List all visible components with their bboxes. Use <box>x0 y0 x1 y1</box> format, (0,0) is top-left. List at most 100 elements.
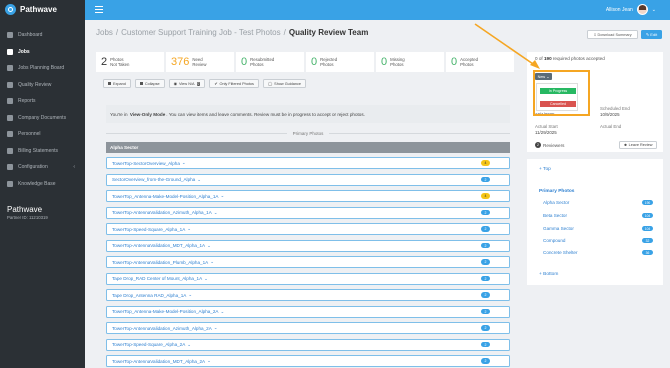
photo-requirement-label: TowerTop-AntennaValidation_MDT_Alpha_1A <box>112 243 206 248</box>
list-item[interactable]: Tape Drop_RAD Center of Mount_Alpha_1A ⌄ 2 <box>106 272 510 285</box>
list-item[interactable]: SectorOverview_from-the-Ground_Alpha ⌄ 2 <box>106 173 510 186</box>
dashboard-icon <box>7 32 13 39</box>
nav-panel-item[interactable]: Gamma Sector 104 <box>543 226 653 231</box>
list-item[interactable]: TowerTop-AntennaValidation_MDT_Alpha_1A ⌄… <box>106 239 510 252</box>
stat-value: 0 <box>381 56 388 68</box>
sidebar-item-knowledge-base[interactable]: Knowledge Base <box>0 176 85 193</box>
chevron-down-icon[interactable]: ⌄ <box>197 177 201 183</box>
sidebar-item-jobs[interactable]: Jobs <box>0 44 85 61</box>
collapse-button[interactable]: Collapse <box>134 79 165 88</box>
nav-panel-item[interactable]: Beta Sector 104 <box>543 213 653 218</box>
review-icon <box>7 81 13 88</box>
list-item[interactable]: TowerTop_Antenna-Make-Model-Position_Alp… <box>106 190 510 202</box>
list-item[interactable]: TowerTop-AntennaValidation_MDT_Alpha_2A ⌄… <box>106 355 510 367</box>
sidebar-item-personnel[interactable]: Personnel <box>0 126 85 143</box>
download-summary-button[interactable]: ⇩ Download Summary <box>587 30 638 39</box>
sidebar-item-reports[interactable]: Reports <box>0 93 85 110</box>
review-toolbar: Expand Collapse ◉ View N/A 0 ✔ Only Filtere… <box>103 79 306 88</box>
stat-value: 2 <box>101 56 108 68</box>
scheduled-end: Scheduled End 10/9/2025 <box>600 106 630 117</box>
stat-card[interactable]: 2 Photos Not Taken <box>96 52 164 72</box>
show-guidance-button[interactable]: ◯ Show Guidance <box>262 79 306 88</box>
user-menu[interactable]: Allison Jean ⌄ <box>606 4 656 15</box>
photo-requirement-label: TowerTop_Antenna-Make-Model-Position_Alp… <box>112 309 219 314</box>
chevron-down-icon[interactable]: ⌄ <box>220 193 224 199</box>
check-icon: ✔ <box>214 82 218 86</box>
breadcrumb-jobs[interactable]: Jobs <box>96 28 113 37</box>
sidebar-item-label: Personnel <box>18 131 41 138</box>
list-item[interactable]: Tape Drop_Antenna RAD_Alpha_1A ⌄ 2 <box>106 289 510 301</box>
photo-count-badge: 2 <box>481 176 490 183</box>
chevron-down-icon[interactable]: ⌄ <box>187 226 191 232</box>
chevron-down-icon[interactable]: ⌄ <box>207 358 211 364</box>
photo-count-badge: 2 <box>481 341 490 348</box>
sector-header[interactable]: Alpha Sector <box>106 142 510 153</box>
photo-requirement-label: TowerTop-AntennaValidation_Azimuth_Alpha… <box>112 210 212 215</box>
chevron-down-icon[interactable]: ⌄ <box>220 309 224 315</box>
jump-bottom-link[interactable]: + Bottom <box>539 272 558 277</box>
stat-card[interactable]: 0 Resubmitted Photos <box>236 52 304 72</box>
sidebar-item-jobs-planning-board[interactable]: Jobs Planning Board <box>0 60 85 77</box>
sidebar-item-quality-review[interactable]: Quality Review <box>0 77 85 94</box>
sidebar-item-label: Company Documents <box>18 114 67 121</box>
photo-requirement-label: TowerTop-SectorOverview_Alpha <box>112 160 180 166</box>
chevron-down-icon[interactable]: ⌄ <box>210 259 214 265</box>
top-bar: Allison Jean ⌄ <box>85 0 670 20</box>
chevron-down-icon[interactable]: ⌄ <box>182 160 186 166</box>
stat-label: Photos Not Taken <box>110 57 130 67</box>
sidebar-nav: Dashboard Jobs Jobs Planning Board Quality … <box>0 27 85 192</box>
chevron-down-icon[interactable]: ⌄ <box>204 276 208 282</box>
jump-top-link[interactable]: + Top <box>539 167 551 172</box>
expand-icon <box>108 82 111 85</box>
stat-card[interactable]: 0 Missing Photos <box>376 52 444 72</box>
filtered-photos-button[interactable]: ✔ Only Filtered Photos <box>209 79 259 88</box>
edit-button[interactable]: ✎ Edit <box>641 30 662 39</box>
chevron-down-icon[interactable]: ⌄ <box>207 243 211 249</box>
view-na-button[interactable]: ◉ View N/A 0 <box>168 79 206 88</box>
page-title: Quality Review Team <box>288 28 369 37</box>
photo-count-badge: 2 <box>481 242 490 249</box>
view-only-notice: You're in View-Only Mode. You can view i… <box>106 105 510 123</box>
nav-panel-item[interactable]: Concrete Shelter 36 <box>543 250 653 255</box>
list-item[interactable]: TowerTop-AntennaValidation_Azimuth_Alpha… <box>106 206 510 219</box>
leave-review-button[interactable]: ☻ Leave Review <box>619 141 657 149</box>
chevron-left-icon: ‹ <box>73 164 75 171</box>
photo-requirement-label: TowerTop-AntennaValidation_Plumb_Alpha_1… <box>112 259 209 265</box>
section-count-badge: 190 <box>642 200 653 205</box>
annotation-highlight-box <box>533 70 590 116</box>
breadcrumb: Jobs / Customer Support Training Job - Tes… <box>96 28 369 37</box>
reviewers[interactable]: 2 Reviewers <box>535 142 564 148</box>
list-item[interactable]: TowerTop-SectorOverview_Alpha ⌄ 4 <box>106 157 510 169</box>
chevron-down-icon[interactable]: ⌄ <box>214 210 218 216</box>
sidebar-item-configuration[interactable]: Configuration ‹ <box>0 159 85 176</box>
stat-card[interactable]: 376 Need Review <box>166 52 234 72</box>
section-count-badge: 104 <box>642 213 653 218</box>
brand-name: Pathwave <box>7 205 43 214</box>
app-logo[interactable]: Pathwave <box>0 0 85 19</box>
breadcrumb-job[interactable]: Customer Support Training Job - Test Pho… <box>121 28 281 37</box>
list-item[interactable]: TowerTop-Speed-Square_Alpha_1A ⌄ 2 <box>106 223 510 235</box>
chevron-down-icon[interactable]: ⌄ <box>188 292 192 298</box>
stat-card[interactable]: 0 Rejected Photos <box>306 52 374 72</box>
list-item[interactable]: TowerTop-Speed-Square_Alpha_2A ⌄ 2 <box>106 338 510 351</box>
photo-requirement-label: Tape Drop_Antenna RAD_Alpha_1A <box>112 292 187 298</box>
eye-icon: ◉ <box>173 82 177 86</box>
chevron-down-icon[interactable]: ⌄ <box>214 325 218 331</box>
tools-icon <box>7 48 13 55</box>
expand-button[interactable]: Expand <box>103 79 131 88</box>
sidebar-item-company-documents[interactable]: Company Documents <box>0 110 85 127</box>
list-item[interactable]: TowerTop_Antenna-Make-Model-Position_Alp… <box>106 305 510 318</box>
user-name: Allison Jean <box>605 6 633 13</box>
chevron-down-icon[interactable]: ⌄ <box>187 342 191 348</box>
list-item[interactable]: TowerTop-AntennaValidation_Azimuth_Alpha… <box>106 322 510 334</box>
sidebar-item-label: Dashboard <box>18 32 43 39</box>
sidebar-item-billing-statements[interactable]: Billing Statements <box>0 143 85 160</box>
nav-panel-title[interactable]: Primary Photos <box>539 189 574 194</box>
sidebar-item-label: Billing Statements <box>18 147 59 154</box>
menu-toggle-icon[interactable] <box>95 6 103 15</box>
photo-count-badge: 2 <box>481 325 490 331</box>
nav-panel-item[interactable]: Compound 32 <box>543 238 653 243</box>
nav-panel-item[interactable]: Alpha Sector 190 <box>543 200 653 205</box>
list-item[interactable]: TowerTop-AntennaValidation_Plumb_Alpha_1… <box>106 256 510 268</box>
sidebar-item-dashboard[interactable]: Dashboard <box>0 27 85 44</box>
